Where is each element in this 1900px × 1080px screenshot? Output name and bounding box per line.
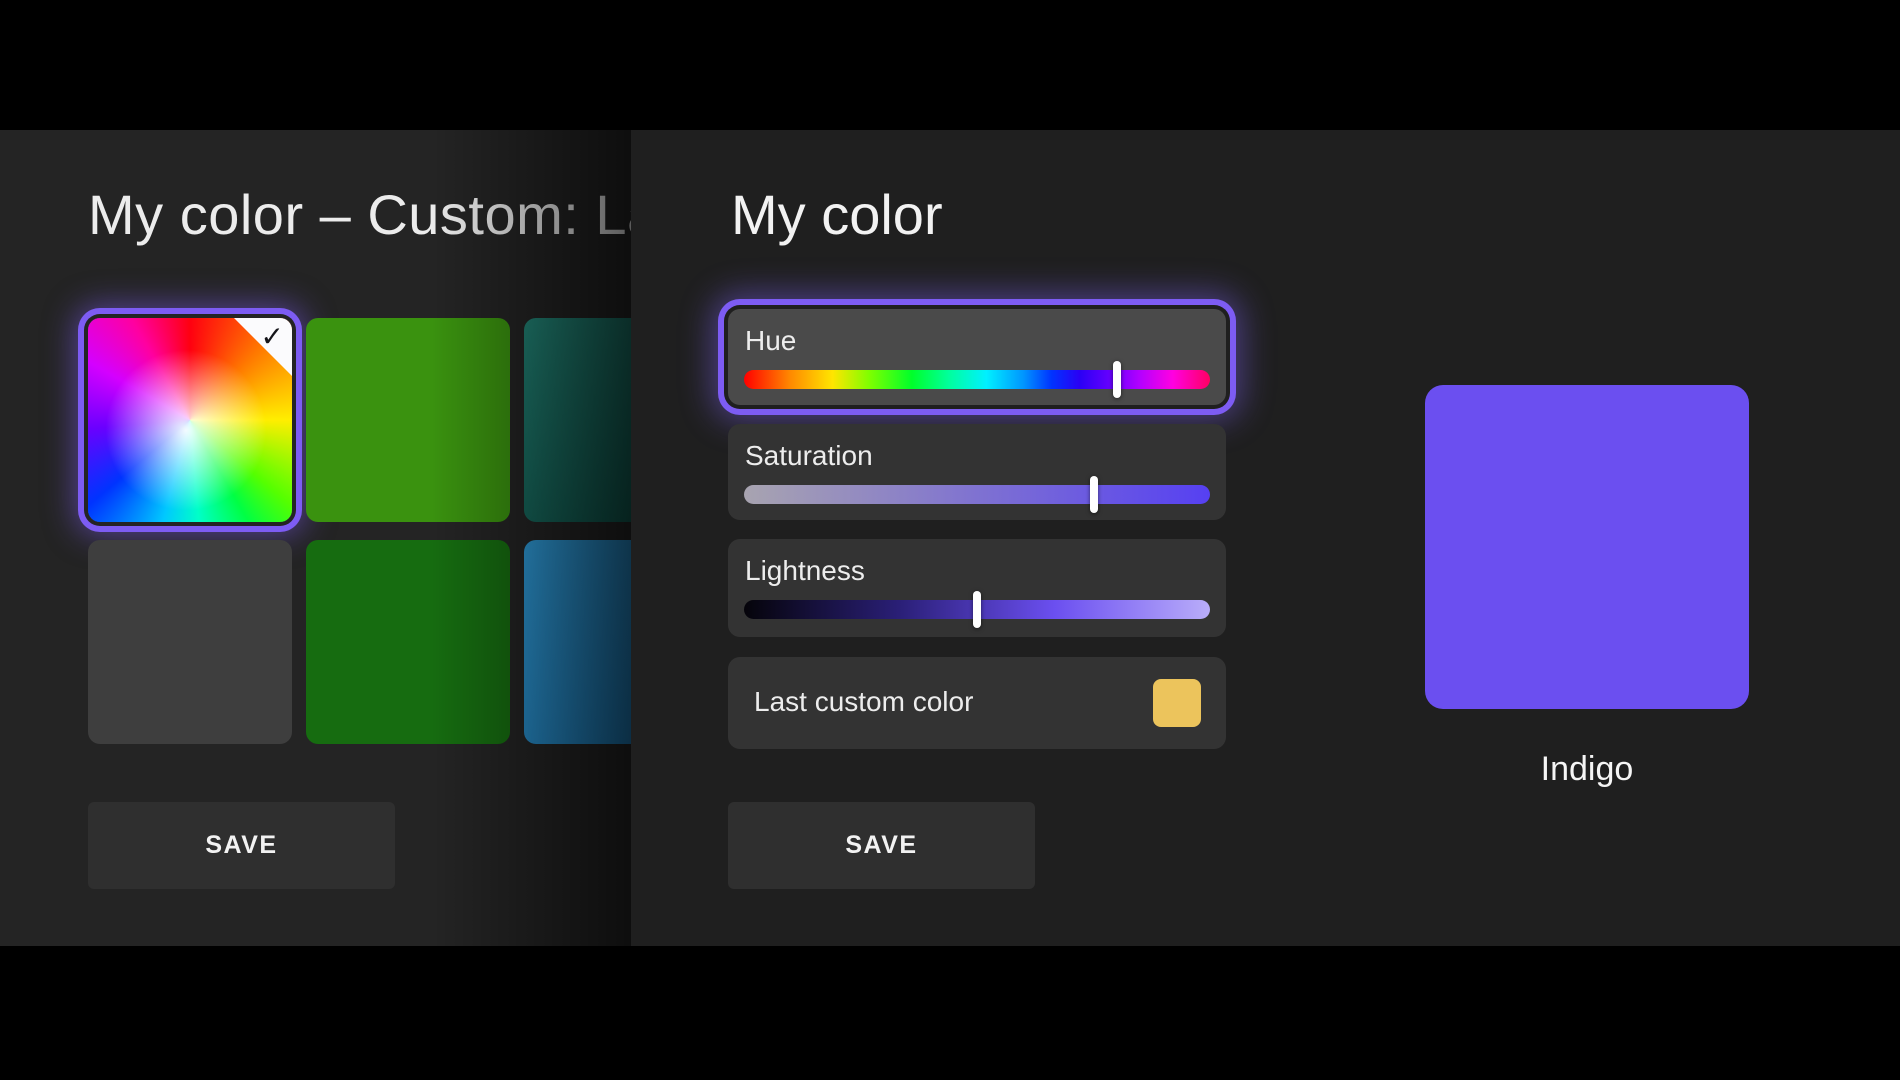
page-title: My color – Custom: Lavender: [88, 182, 631, 247]
swatch-green[interactable]: [306, 318, 510, 522]
color-preview-name: Indigo: [1425, 750, 1749, 789]
swatch-dark-green[interactable]: [306, 540, 510, 744]
save-button[interactable]: SAVE: [728, 802, 1035, 889]
last-custom-color-row[interactable]: Last custom color: [728, 657, 1226, 749]
saturation-slider[interactable]: Saturation: [728, 424, 1226, 520]
swatch-custom-spectrum[interactable]: ✓: [88, 318, 292, 522]
lightness-thumb[interactable]: [973, 591, 981, 628]
lightness-slider[interactable]: Lightness: [728, 539, 1226, 637]
saturation-track[interactable]: [744, 485, 1210, 504]
lightness-track[interactable]: [744, 600, 1210, 619]
color-preview-swatch: [1425, 385, 1749, 709]
previous-color-page: My color – Custom: Lavender ✓ SAVE: [0, 130, 631, 946]
panel-title: My color: [731, 182, 943, 247]
hue-thumb[interactable]: [1113, 361, 1121, 398]
swatch-blue-shift[interactable]: [524, 540, 631, 744]
hue-track[interactable]: [744, 370, 1210, 389]
my-color-panel: My color Hue Saturation Lightness Last c…: [631, 130, 1900, 946]
hue-slider[interactable]: Hue: [728, 309, 1226, 405]
save-button-label: SAVE: [845, 831, 917, 860]
checkmark-icon: ✓: [261, 320, 284, 353]
lightness-label: Lightness: [745, 555, 865, 587]
swatch-dark-gray[interactable]: [88, 540, 292, 744]
save-button-background-page[interactable]: SAVE: [88, 802, 395, 889]
saturation-label: Saturation: [745, 440, 873, 472]
save-button-label: SAVE: [205, 831, 277, 860]
hue-label: Hue: [745, 325, 796, 357]
saturation-thumb[interactable]: [1090, 476, 1098, 513]
last-custom-color-swatch: [1153, 679, 1201, 727]
swatch-teal-shift[interactable]: [524, 318, 631, 522]
last-custom-color-label: Last custom color: [754, 686, 973, 718]
